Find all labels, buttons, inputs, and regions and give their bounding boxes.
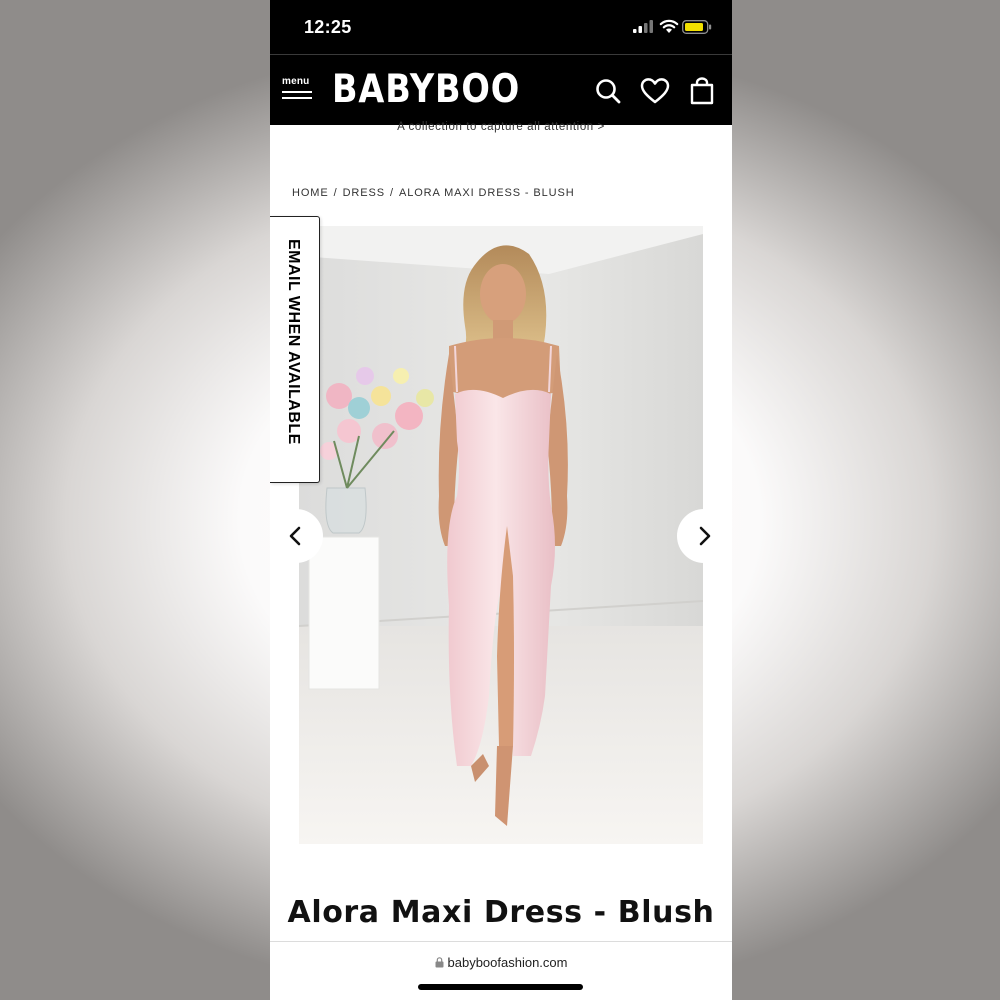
product-image[interactable] — [299, 226, 703, 844]
breadcrumb-home[interactable]: HOME — [292, 187, 329, 199]
promo-link[interactable]: A collection to capture all attention > — [270, 121, 732, 133]
email-when-available-tab[interactable]: EMAIL WHEN AVAILABLE — [270, 216, 320, 483]
breadcrumb: HOME / DRESS / ALORA MAXI DRESS - BLUSH — [292, 187, 575, 199]
divider — [270, 941, 732, 942]
wifi-icon — [659, 19, 679, 33]
breadcrumb-separator: / — [389, 187, 394, 199]
breadcrumb-current: ALORA MAXI DRESS - BLUSH — [398, 187, 575, 199]
breadcrumb-dress[interactable]: DRESS — [343, 187, 385, 199]
heart-icon[interactable] — [640, 77, 670, 105]
search-icon[interactable] — [594, 77, 622, 105]
chevron-left-icon — [289, 526, 301, 546]
browser-url-bar[interactable]: babyboofashion.com — [270, 955, 732, 970]
brand-logo[interactable]: BABYBOO — [332, 67, 520, 113]
previous-image-button[interactable] — [270, 509, 323, 563]
menu-label: menu — [282, 76, 310, 87]
signal-icon — [633, 20, 653, 33]
bag-icon[interactable] — [690, 77, 714, 105]
menu-icon — [282, 91, 316, 99]
site-header: menu BABYBOO — [270, 54, 732, 125]
phone-screen: 12:25 menu BABYBOO A collection to captu… — [270, 0, 732, 1000]
chevron-right-icon — [699, 526, 711, 546]
home-indicator[interactable] — [418, 984, 583, 990]
status-bar: 12:25 — [270, 0, 732, 54]
status-time: 12:25 — [304, 17, 352, 37]
breadcrumb-separator: / — [333, 187, 338, 199]
url-text: babyboofashion.com — [447, 955, 568, 970]
dress-photo — [299, 226, 703, 844]
battery-icon — [682, 20, 712, 34]
menu-button[interactable]: menu — [282, 77, 316, 103]
email-tab-label: EMAIL WHEN AVAILABLE — [285, 239, 302, 445]
next-image-button[interactable] — [677, 509, 731, 563]
lock-icon — [435, 957, 443, 968]
product-title: Alora Maxi Dress - Blush — [287, 895, 715, 930]
